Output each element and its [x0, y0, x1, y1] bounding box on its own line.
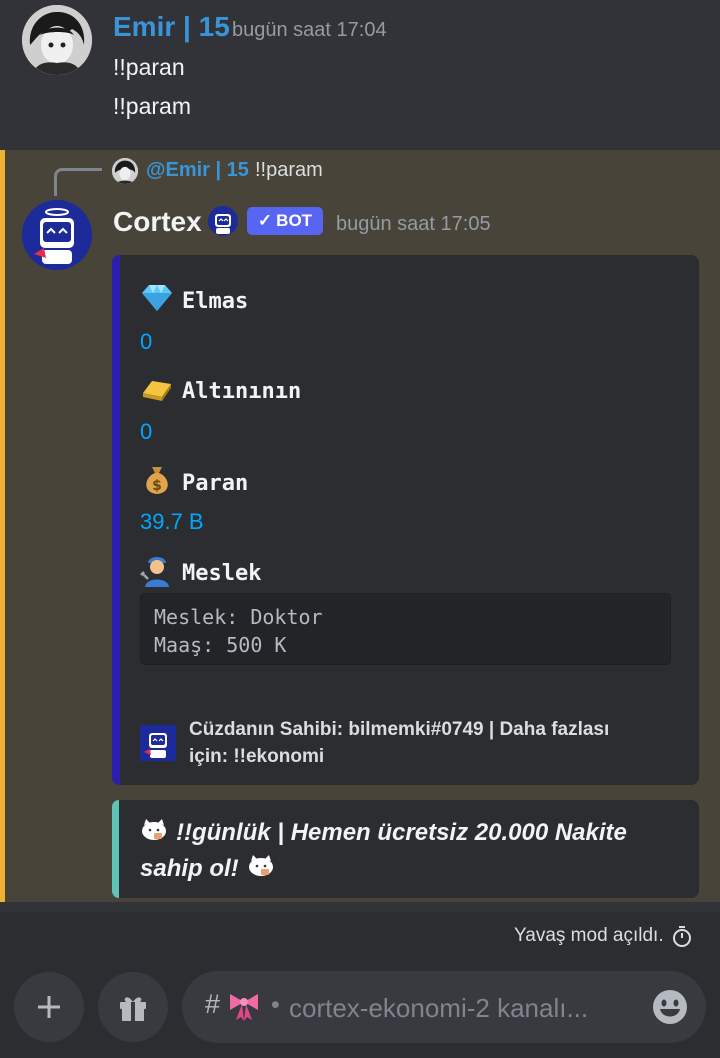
embed-field-value: 0 — [140, 419, 153, 444]
bot-emoji-icon — [207, 205, 239, 237]
smiley-icon — [653, 990, 687, 1024]
embed-field-name: Altınının — [140, 373, 301, 409]
embed-field-value: 39.7 B — [140, 509, 204, 534]
job-code-block: Meslek: Doktor Maaş: 500 K — [140, 593, 671, 665]
embed-color-bar — [112, 255, 120, 785]
gift-button[interactable] — [98, 972, 168, 1042]
reply-avatar[interactable] — [112, 158, 138, 184]
money-bag-icon: $ — [140, 463, 174, 503]
cat-emoji-icon — [140, 816, 168, 851]
gold-bar-icon — [140, 373, 174, 409]
slowmode-text: Yavaş mod açıldı. — [514, 925, 664, 946]
add-attachment-button[interactable] — [14, 972, 84, 1042]
reply-text[interactable]: !!param — [255, 159, 323, 182]
embed-field-value: 0 — [140, 329, 153, 354]
promo-text: !!günlük | Hemen ücretsiz 20.000 Nakite … — [140, 815, 627, 887]
gem-icon — [140, 283, 174, 319]
embed-field-name: Meslek — [140, 553, 261, 593]
message-line: !!param — [113, 93, 191, 119]
verified-check-icon: ✓ — [257, 211, 273, 230]
mention-highlight-bar — [0, 150, 5, 902]
svg-text:$: $ — [152, 478, 162, 494]
embed-field-name: $ Paran — [140, 463, 248, 503]
mechanic-icon — [140, 553, 174, 593]
embed-footer: Cüzdanın Sahibi: bilmemki#0749 | Daha fa… — [189, 719, 610, 767]
bot-avatar[interactable] — [22, 200, 92, 270]
promo-embed-bar — [112, 800, 119, 898]
ribbon-icon — [226, 990, 262, 1022]
reply-mention[interactable]: @Emir | 15 — [146, 159, 249, 182]
reply-connector — [54, 168, 102, 196]
input-placeholder: cortex-ekonomi-2 kanalı... — [289, 993, 589, 1023]
bot-name[interactable]: Cortex — [113, 206, 202, 238]
bot-badge: ✓ BOT — [247, 207, 323, 235]
gift-icon — [120, 997, 146, 1021]
stopwatch-icon — [671, 925, 693, 947]
channel-hash-icon: # — [205, 989, 221, 1019]
user-avatar[interactable] — [22, 5, 92, 75]
embed-field-name: Elmas — [140, 283, 248, 319]
author-name[interactable]: Emir | 15 — [113, 11, 230, 43]
footer-bot-icon — [140, 725, 176, 761]
message-line: !!paran — [113, 54, 185, 80]
cat-emoji-icon — [247, 852, 275, 887]
plus-icon — [38, 996, 60, 1018]
message-timestamp: bugün saat 17:04 — [232, 19, 387, 41]
input-separator: • — [271, 991, 280, 1019]
message-timestamp: bugün saat 17:05 — [336, 213, 491, 235]
emoji-button[interactable] — [652, 989, 688, 1025]
